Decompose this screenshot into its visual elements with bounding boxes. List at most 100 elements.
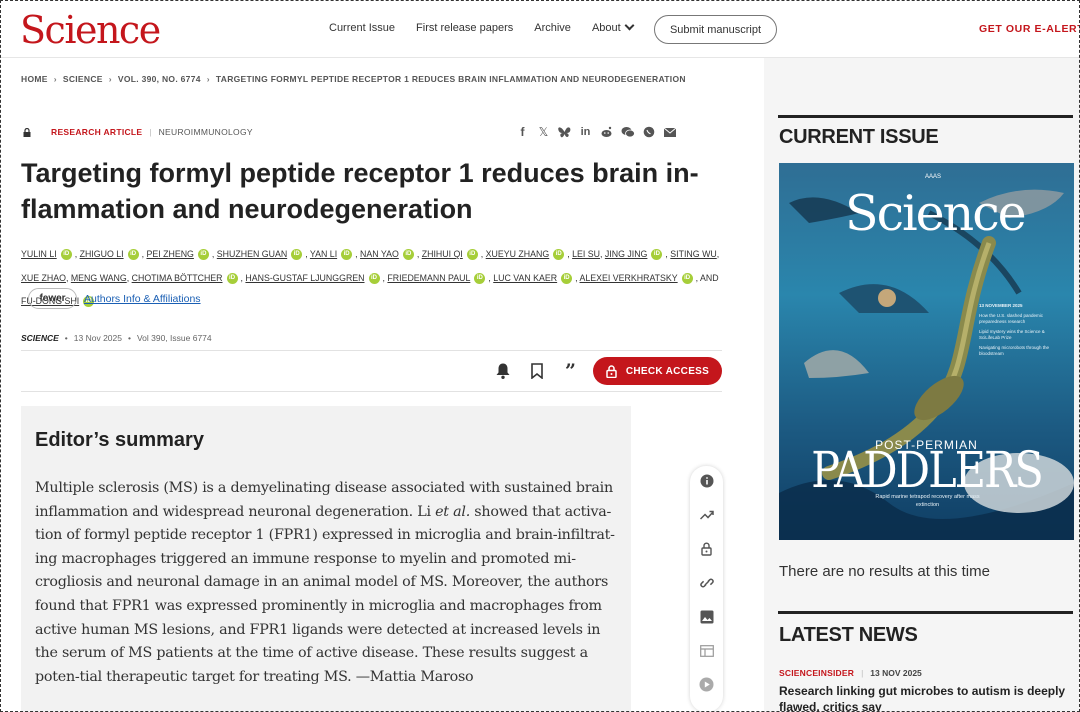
orcid-icon[interactable]: iD <box>197 249 209 261</box>
news-meta: SCIENCEINSIDER | 13 NOV 2025 <box>779 668 922 678</box>
check-access-label: CHECK ACCESS <box>625 365 710 377</box>
unlock-icon[interactable] <box>698 540 715 557</box>
sidebar-rule <box>778 115 1073 118</box>
orcid-icon[interactable]: iD <box>60 249 72 261</box>
author-link[interactable]: HANS-GUSTAF LJUNGGREN <box>245 273 364 283</box>
author-link[interactable]: ZHIHUI QI <box>422 249 463 259</box>
orcid-icon[interactable]: iD <box>341 249 353 261</box>
author-link[interactable]: YULIN LI <box>21 249 57 259</box>
cover-image[interactable]: AAAS Science 13 NOVEMBER 2025 How the U.… <box>779 163 1074 540</box>
author-link[interactable]: LEI SU <box>572 249 600 259</box>
cover-blurb: Lipid mystery wins the Science & SciLife… <box>979 328 1045 341</box>
orcid-icon[interactable]: iD <box>681 272 693 284</box>
cover-aaas: AAAS <box>925 174 942 180</box>
summary-heading: Editor’s summary <box>35 429 204 451</box>
email-icon[interactable] <box>659 124 680 140</box>
author-link[interactable]: JING JING <box>605 249 648 259</box>
lock-icon <box>23 127 31 137</box>
nav-about[interactable]: About <box>591 20 635 34</box>
bookmark-icon[interactable] <box>528 362 545 379</box>
author-link[interactable]: ZHIGUO LI <box>80 249 124 259</box>
news-source[interactable]: SCIENCEINSIDER <box>779 668 854 678</box>
science-logo[interactable]: Science <box>20 8 161 52</box>
trend-icon[interactable] <box>698 506 715 523</box>
article-subject[interactable]: NEUROIMMUNOLOGY <box>159 127 253 137</box>
author-link[interactable]: SITING WU <box>670 249 716 259</box>
latest-news-heading: LATEST NEWS <box>779 624 918 646</box>
article-type[interactable]: RESEARCH ARTICLE <box>51 127 142 137</box>
article-toolbar <box>690 466 723 712</box>
author-link[interactable]: MENG WANG <box>71 273 127 283</box>
main-nav: Current Issue First release papers Archi… <box>329 20 654 34</box>
author-link[interactable]: SHUZHEN GUAN <box>217 249 287 259</box>
pub-date: 13 Nov 2025 <box>73 333 122 343</box>
author-link[interactable]: FRIEDEMANN PAUL <box>387 273 470 283</box>
current-issue-heading: CURRENT ISSUE <box>779 126 939 148</box>
wechat-icon[interactable] <box>617 124 638 140</box>
table-icon[interactable] <box>698 642 715 659</box>
orcid-icon[interactable]: iD <box>368 272 380 284</box>
author-link[interactable]: PEI ZHENG <box>146 249 193 259</box>
author-link[interactable]: ALEXEI VERKHRATSKY <box>580 273 678 283</box>
authors-controls: fewer Authors Info & Affiliations <box>28 288 201 309</box>
nav-archive[interactable]: Archive <box>534 22 571 34</box>
lock-icon <box>606 364 617 378</box>
summary-text-italic: et al. <box>435 503 470 520</box>
breadcrumb-science[interactable]: SCIENCE <box>63 74 103 84</box>
check-access-button[interactable]: CHECK ACCESS <box>593 357 722 385</box>
divider <box>21 350 722 351</box>
divider <box>21 391 722 392</box>
bell-icon[interactable] <box>494 362 511 379</box>
journal-name[interactable]: SCIENCE <box>21 333 59 343</box>
cover-subhead: Rapid marine tetrapod recovery after mas… <box>875 494 980 508</box>
play-icon[interactable] <box>698 676 715 693</box>
whatsapp-icon[interactable] <box>638 124 659 140</box>
affiliations-link[interactable]: Authors Info & Affiliations <box>84 293 201 305</box>
image-icon[interactable] <box>698 608 715 625</box>
article-title: Targeting formyl peptide receptor 1 redu… <box>21 158 699 224</box>
nav-about-label: About <box>591 22 621 34</box>
linkedin-icon[interactable]: in <box>575 124 596 140</box>
orcid-icon[interactable]: iD <box>561 272 573 284</box>
orcid-icon[interactable]: iD <box>474 272 486 284</box>
separator-dot: • <box>127 333 131 343</box>
editors-summary: Editor’s summary Multiple sclerosis (MS)… <box>21 406 631 712</box>
nav-current-issue[interactable]: Current Issue <box>329 22 395 34</box>
separator-dot: • <box>64 333 68 343</box>
author-link[interactable]: LUC VAN KAER <box>493 273 557 283</box>
orcid-icon[interactable]: iD <box>127 249 139 261</box>
nav-first-release[interactable]: First release papers <box>416 22 513 34</box>
orcid-icon[interactable]: iD <box>402 249 414 261</box>
bluesky-icon[interactable] <box>554 124 575 140</box>
orcid-icon[interactable]: iD <box>226 272 238 284</box>
and-text: , AND <box>695 272 719 283</box>
author-link[interactable]: YAN LI <box>310 249 337 259</box>
orcid-icon[interactable]: iD <box>651 249 663 261</box>
author-link[interactable]: XUEYU ZHANG <box>486 249 550 259</box>
facebook-icon[interactable]: f <box>512 124 533 140</box>
orcid-icon[interactable]: iD <box>466 249 478 261</box>
no-results-text: There are no results at this time <box>779 563 990 580</box>
cover-headline: PADDLERS <box>811 442 1044 500</box>
cover-blurbs: 13 NOVEMBER 2025 How the U.S. slashed pa… <box>979 303 1059 358</box>
fewer-authors-button[interactable]: fewer <box>28 288 77 309</box>
x-icon[interactable]: 𝕏 <box>533 124 554 140</box>
link-icon[interactable] <box>698 574 715 591</box>
submit-manuscript-button[interactable]: Submit manuscript <box>654 15 777 44</box>
reddit-icon[interactable] <box>596 124 617 140</box>
author-link[interactable]: XUE ZHAO <box>21 273 66 283</box>
news-date: 13 NOV 2025 <box>870 668 922 678</box>
chevron-right-icon: › <box>53 74 57 84</box>
news-headline-link[interactable]: Research linking gut microbes to autism … <box>779 683 1069 712</box>
info-icon[interactable] <box>698 472 715 489</box>
author-link[interactable]: CHOTIMA BÖTTCHER <box>132 273 223 283</box>
breadcrumb-volume[interactable]: VOL. 390, NO. 6774 <box>118 74 201 84</box>
quote-icon[interactable]: ” <box>562 360 579 382</box>
breadcrumb: HOME › SCIENCE › VOL. 390, NO. 6774 › TARGETIN… <box>21 74 686 84</box>
e-alerts-link[interactable]: GET OUR E-ALERTS <box>979 23 1080 35</box>
volume-issue[interactable]: Vol 390, Issue 6774 <box>137 333 212 343</box>
orcid-icon[interactable]: iD <box>553 249 565 261</box>
author-link[interactable]: NAN YAO <box>360 249 399 259</box>
breadcrumb-home[interactable]: HOME <box>21 74 48 84</box>
orcid-icon[interactable]: iD <box>291 249 303 261</box>
